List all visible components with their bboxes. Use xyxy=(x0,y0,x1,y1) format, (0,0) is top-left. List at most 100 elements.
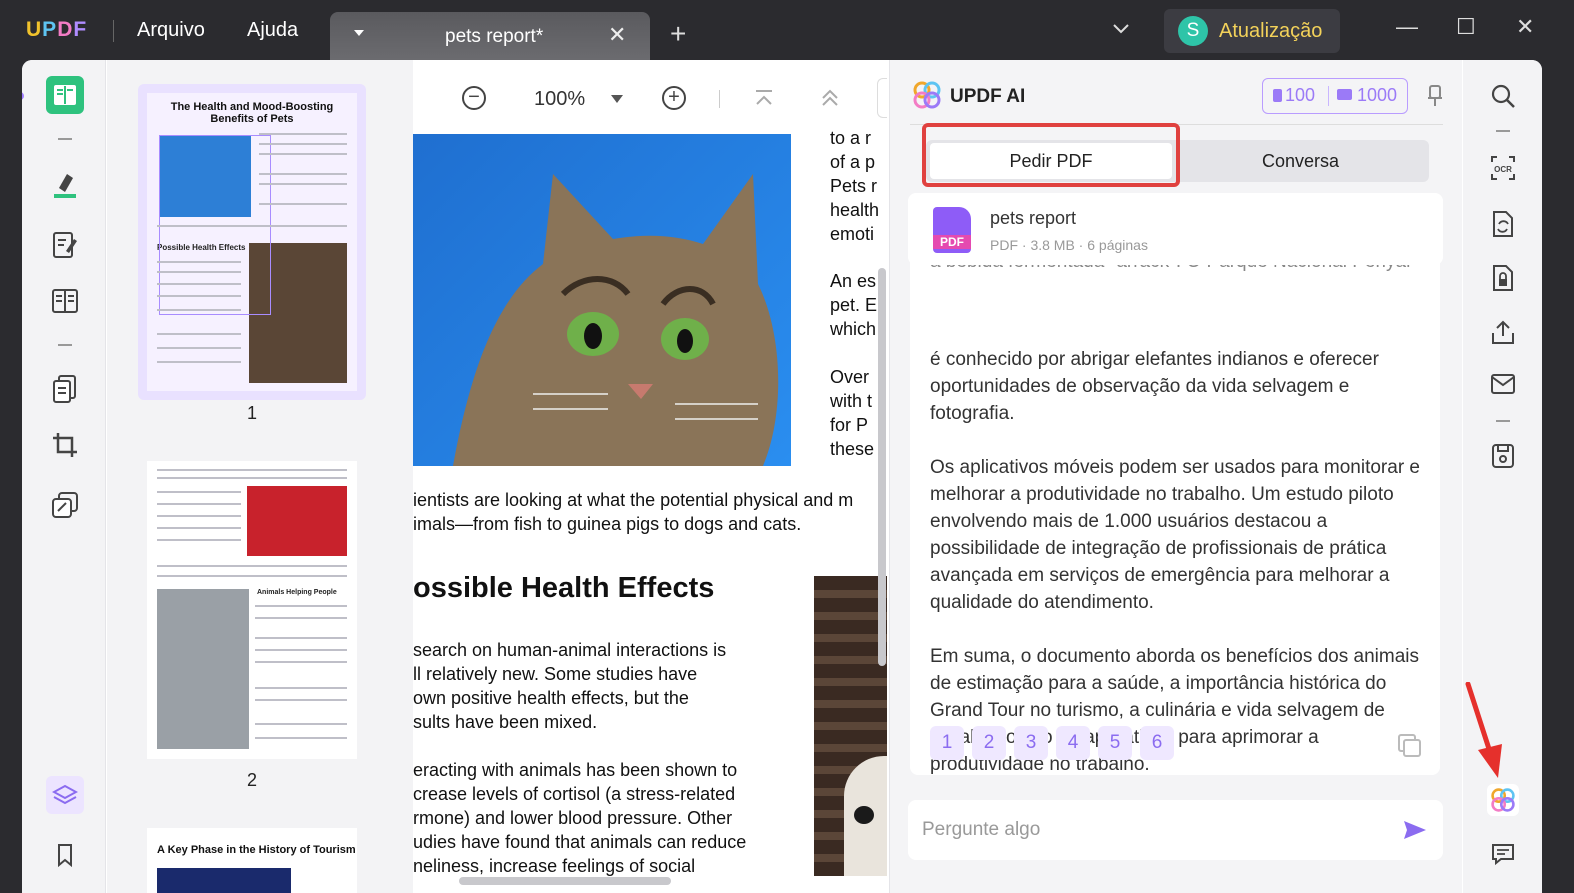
previous-page-icon[interactable] xyxy=(819,88,841,113)
divider xyxy=(113,20,114,42)
new-tab-button[interactable]: + xyxy=(670,20,686,48)
thumbnail-page-3[interactable]: A Key Phase in the History of Tourism xyxy=(147,828,357,893)
citation-3[interactable]: 3 xyxy=(1014,726,1048,760)
cat-photo xyxy=(413,134,791,466)
text-line: Over xyxy=(830,367,870,387)
send-icon[interactable] xyxy=(1402,819,1428,846)
highlighter-icon[interactable] xyxy=(46,166,84,204)
share-icon[interactable] xyxy=(1487,316,1519,348)
text-line: crease levels of cortisol (a stress-rela… xyxy=(413,784,736,804)
citation-2[interactable]: 2 xyxy=(972,726,1006,760)
crop-icon[interactable] xyxy=(46,426,84,464)
ask-input[interactable] xyxy=(922,814,1382,846)
citation-5[interactable]: 5 xyxy=(1098,726,1132,760)
file-name: pets report xyxy=(990,208,1077,228)
title-bar: UPDF Arquivo Ajuda pets report* ✕ + S At… xyxy=(0,0,1574,62)
thumbnail-image xyxy=(157,868,291,893)
menu-help[interactable]: Ajuda xyxy=(247,19,298,42)
divider xyxy=(58,138,72,140)
citation-6[interactable]: 6 xyxy=(1140,726,1174,760)
upgrade-label: Atualização xyxy=(1219,20,1323,42)
divider xyxy=(1496,130,1510,132)
tab-close-icon[interactable]: ✕ xyxy=(608,22,626,48)
text-line: neliness, increase feelings of social xyxy=(413,856,696,876)
credits-badge[interactable]: 100 1000 xyxy=(1262,78,1408,114)
document-tab[interactable]: pets report* ✕ xyxy=(330,12,650,62)
tab-dropdown-icon[interactable] xyxy=(354,30,364,36)
divider xyxy=(719,90,720,108)
left-toolbar xyxy=(22,60,106,893)
main-window: The Health and Mood-Boosting Benefits of… xyxy=(22,60,1542,893)
thumbnail-title: A Key Phase in the History of Tourism xyxy=(157,844,356,856)
citation-1[interactable]: 1 xyxy=(930,726,964,760)
text-line: which xyxy=(830,319,877,339)
caption-line: ientists are looking at what the potenti… xyxy=(413,490,854,510)
divider xyxy=(58,344,72,346)
comment-icon[interactable] xyxy=(1487,838,1519,870)
thumbnail-page-2[interactable]: Animals Helping People xyxy=(147,461,357,759)
save-icon[interactable] xyxy=(1487,440,1519,472)
vertical-scrollbar[interactable] xyxy=(878,268,886,666)
thumbnail-title: The Health and Mood-Boosting Benefits of… xyxy=(170,101,334,125)
form-icon[interactable] xyxy=(46,282,84,320)
file-card[interactable]: PDF pets report PDF · 3.8 MB · 6 páginas xyxy=(908,193,1443,265)
copy-icon[interactable] xyxy=(1398,734,1421,757)
pin-icon[interactable] xyxy=(1426,84,1444,113)
ask-box xyxy=(908,800,1443,860)
zoom-dropdown-icon[interactable] xyxy=(611,95,623,103)
divider xyxy=(1496,420,1510,422)
updf-logo: UPDF xyxy=(26,18,88,41)
page-number-2: 2 xyxy=(247,770,258,790)
zoom-in-icon[interactable]: + xyxy=(662,86,686,110)
first-page-icon[interactable] xyxy=(753,88,775,113)
protect-file-icon[interactable] xyxy=(1487,262,1519,294)
thumbnail-dogs-image xyxy=(247,486,347,556)
text-line: search on human-animal interactions is xyxy=(413,640,727,660)
convert-icon[interactable] xyxy=(1487,208,1519,240)
email-icon[interactable] xyxy=(1487,368,1519,400)
protect-icon[interactable] xyxy=(46,486,84,524)
divider xyxy=(1328,86,1329,106)
menu-file[interactable]: Arquivo xyxy=(137,19,205,42)
text-line: ll relatively new. Some studies have xyxy=(413,664,698,684)
text-line: rmone) and lower blood pressure. Other xyxy=(413,808,733,828)
text-line: to a r xyxy=(830,128,872,148)
upgrade-button[interactable]: S Atualização xyxy=(1164,9,1340,53)
chevron-down-icon[interactable] xyxy=(1112,18,1130,41)
updf-ai-logo-icon xyxy=(912,80,942,115)
dog-photo xyxy=(814,576,887,876)
section-heading: ossible Health Effects xyxy=(413,572,715,604)
zoom-level[interactable]: 100% xyxy=(534,88,585,111)
citation-4[interactable]: 4 xyxy=(1056,726,1090,760)
updf-ai-icon[interactable] xyxy=(1487,784,1519,816)
bookmark-icon[interactable] xyxy=(46,836,84,874)
svg-text:OCR: OCR xyxy=(1494,165,1512,174)
avatar: S xyxy=(1178,16,1208,46)
indicator-dot xyxy=(22,92,24,100)
thumbnail-pane: The Health and Mood-Boosting Benefits of… xyxy=(107,60,413,893)
answer-paragraph: é conhecido por abrigar elefantes indian… xyxy=(930,349,1379,424)
thumbnail-page-1[interactable]: The Health and Mood-Boosting Benefits of… xyxy=(147,93,357,391)
highlight-box xyxy=(922,123,1180,187)
organize-pages-icon[interactable] xyxy=(46,370,84,408)
page-input[interactable] xyxy=(877,78,887,118)
tab-chat[interactable]: Conversa xyxy=(1176,143,1425,179)
text-line: sults have been mixed. xyxy=(413,712,598,732)
text-line: own positive health effects, but the xyxy=(413,688,689,708)
layers-icon[interactable] xyxy=(46,776,84,814)
caption-line: imals—from fish to guinea pigs to dogs a… xyxy=(413,514,802,534)
zoom-out-icon[interactable]: − xyxy=(462,86,486,110)
search-icon[interactable] xyxy=(1487,80,1519,112)
answer-paragraph: Os aplicativos móveis podem ser usados p… xyxy=(930,457,1421,613)
document-viewer[interactable]: − 100% + to a r of a p Pets r health emo… xyxy=(413,60,887,893)
minimize-button[interactable]: — xyxy=(1396,14,1418,40)
edit-pdf-icon[interactable] xyxy=(46,226,84,264)
close-window-button[interactable]: ✕ xyxy=(1516,14,1534,40)
horizontal-scrollbar[interactable] xyxy=(459,877,671,885)
ocr-icon[interactable]: OCR xyxy=(1487,152,1519,184)
text-line: for P xyxy=(830,415,869,435)
maximize-button[interactable]: ☐ xyxy=(1456,14,1476,40)
text-line: Pets r xyxy=(830,176,878,196)
text-line: udies have found that animals can reduce xyxy=(413,832,747,852)
reader-mode-icon[interactable] xyxy=(46,76,84,114)
